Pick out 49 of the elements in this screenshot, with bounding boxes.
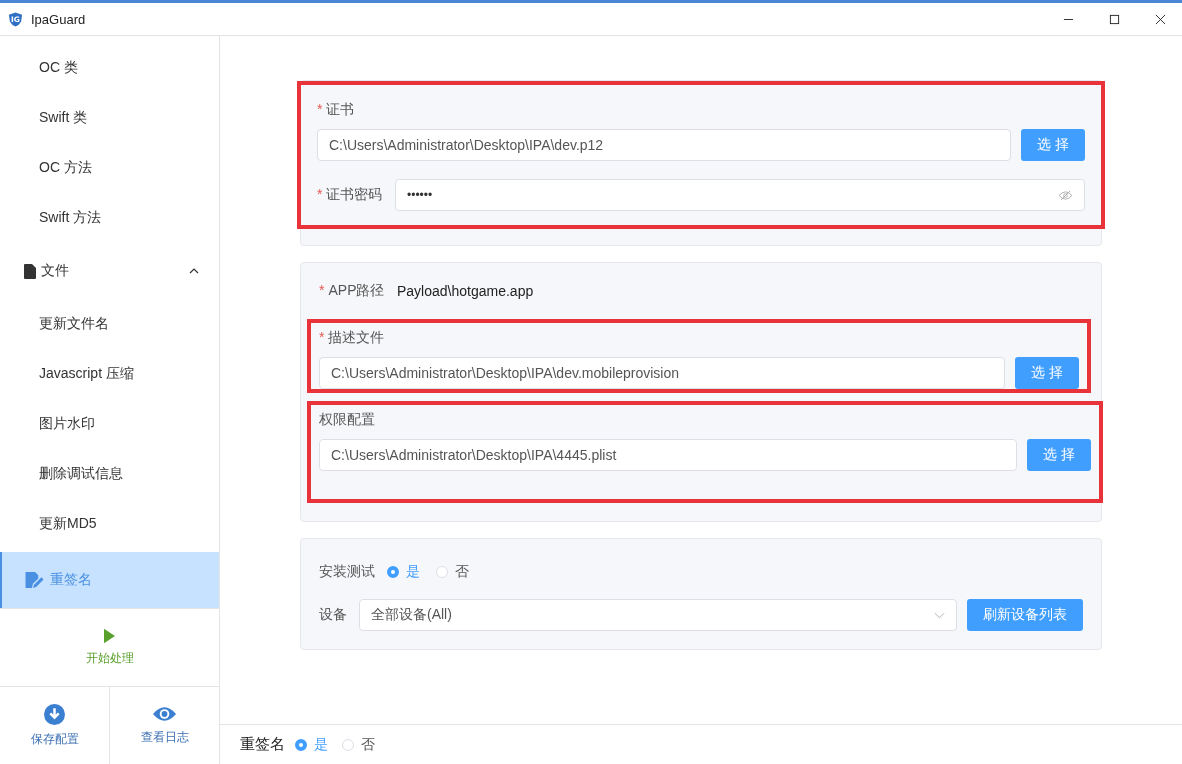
play-icon [104,628,115,645]
required-mark: * [319,282,325,298]
nav-item[interactable]: OC 类 [0,43,219,93]
nav-item[interactable]: 更新MD5 [0,499,219,549]
footer-button-label: 保存配置 [30,730,79,748]
required-mark: * [317,101,323,117]
required-mark: * [319,329,325,345]
logo-icon: IG [8,11,23,27]
select-value: 全部设备(All) [371,606,452,624]
password-dots: •••••• [407,188,433,202]
nav-item[interactable]: 更新文件名 [0,299,219,349]
window-title: IpaGuard [31,11,86,27]
field-label: 设备 [319,606,348,624]
eye-icon [152,705,177,724]
nav-item[interactable]: Javascript 压缩 [0,349,219,399]
field-label: 描述文件 [328,329,385,345]
path-field[interactable]: C:\Users\Administrator\Desktop\IPA\4445.plist [319,439,1017,471]
nav-item[interactable]: 删除调试信息 [0,449,219,499]
field-label: 证书密码 [326,186,383,202]
maximize-icon[interactable] [1109,13,1120,25]
footer-button-label: 查看日志 [140,729,189,747]
nav-item[interactable]: Swift 类 [0,93,219,143]
chevron-down-icon [934,611,945,619]
nav-item[interactable]: 图片水印 [0,399,219,449]
nav-group-label: 文件 [41,262,70,280]
path-field[interactable]: C:\Users\Administrator\Desktop\IPA\dev.mobileprovision [319,357,1005,389]
field-label: 安装测试 [319,563,376,581]
field-label: 证书 [326,101,355,117]
device-select[interactable]: 全部设备(All) [359,599,957,631]
save-config-button[interactable]: 保存配置 [0,687,109,764]
close-icon[interactable] [1155,13,1166,25]
field-label: APP路径 [328,282,385,298]
app-path-value: Payload\hotgame.app [397,283,534,299]
resign-label: 重签名 [240,735,285,754]
radio-option[interactable]: 否 [436,563,469,581]
field-label: 权限配置 [319,411,375,427]
edit-document-icon [24,571,44,589]
nav-group[interactable]: 文件 [0,243,219,299]
path-field[interactable]: C:\Users\Administrator\Desktop\IPA\dev.p12 [317,129,1011,161]
required-mark: * [317,186,323,202]
document-icon [24,263,36,279]
password-field[interactable]: •••••• [395,179,1085,211]
start-label: 开始处理 [85,650,134,668]
nav-item[interactable]: OC 方法 [0,143,219,193]
view-log-button[interactable]: 查看日志 [109,687,219,764]
nav-item-label: 重签名 [50,571,92,589]
nav-item[interactable]: Swift 方法 [0,193,219,243]
radio-option[interactable]: 否 [342,735,375,754]
download-icon [44,703,65,725]
